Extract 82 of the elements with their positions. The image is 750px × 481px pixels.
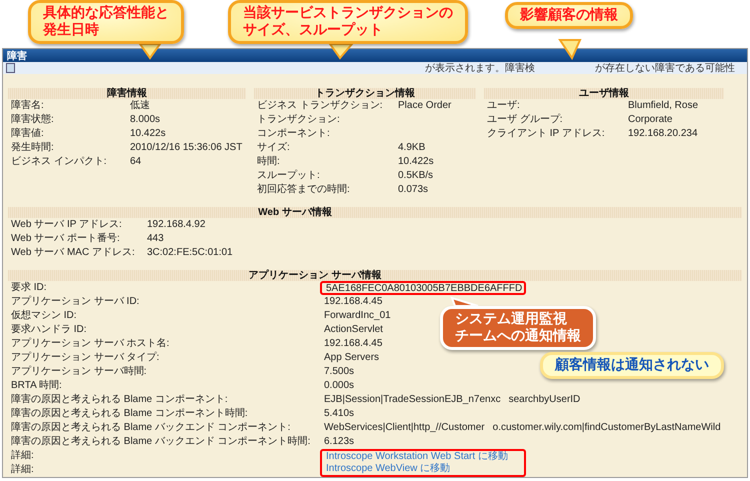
section-header: Web サーバ情報 bbox=[8, 207, 742, 218]
callout-text: 影響顧客の情報 bbox=[520, 7, 618, 24]
field-label: ユーザ: bbox=[486, 99, 521, 113]
field-label: アプリケーション サーバ時間: bbox=[10, 365, 148, 379]
field-value: 10.422s bbox=[397, 155, 434, 169]
field-label: クライアント IP アドレス: bbox=[486, 127, 606, 141]
field-label: ビジネス インパクト: bbox=[10, 155, 108, 169]
field-value: 443 bbox=[146, 232, 164, 246]
detail-link[interactable]: Introscope Workstation Web Start に移動 bbox=[320, 449, 526, 463]
field-value: 5.410s bbox=[323, 407, 354, 421]
field-value: Corporate bbox=[627, 113, 672, 127]
field-value: 10.422s bbox=[129, 127, 166, 141]
field-label: 詳細: bbox=[10, 449, 35, 463]
field-value: EJB|Session|TradeSessionEJB_n7enxc bbox=[324, 394, 501, 405]
field-value: 6.123s bbox=[323, 435, 354, 449]
field-value: 0.5KB/s bbox=[397, 169, 434, 183]
detail-link[interactable]: Introscope WebView に移動 bbox=[320, 463, 526, 477]
section-header: 障害情報 bbox=[8, 88, 246, 99]
field-label: ユーザ グループ: bbox=[486, 113, 564, 127]
field-value: 0.073s bbox=[397, 183, 428, 197]
field-label: 障害名: bbox=[10, 99, 45, 113]
field-value: 5AE168FEC0A80103005B7EBBDE6AFFFD bbox=[320, 281, 526, 295]
field-value: 192.168.4.45 bbox=[323, 337, 382, 351]
section-header: トランザクション情報 bbox=[254, 88, 476, 99]
field-label: 障害の原因と考えられる Blame コンポーネント時間: bbox=[10, 407, 249, 421]
field-label: 障害状態: bbox=[10, 113, 55, 127]
callout-pointer bbox=[558, 39, 582, 60]
field-value: 3C:02:FE:5C:01:01 bbox=[146, 246, 233, 260]
callout-text: 顧客情報は通知されない bbox=[555, 357, 709, 374]
field-value: 7.500s bbox=[323, 365, 354, 379]
field-value: 64 bbox=[129, 155, 142, 169]
window-title: 障害 bbox=[7, 49, 27, 62]
document-icon bbox=[6, 63, 15, 73]
field-label: 発生時間: bbox=[10, 141, 55, 155]
field-value: 0.000s bbox=[323, 379, 354, 393]
field-label: 障害の原因と考えられる Blame バックエンド コンポーネント: bbox=[10, 421, 292, 435]
field-label: ビジネス トランザクション: bbox=[256, 99, 384, 113]
field-label: アプリケーション サーバ ID: bbox=[10, 295, 140, 309]
section-header: アプリケーション サーバ情報 bbox=[8, 270, 742, 281]
callout-text: 具体的な応答性能と bbox=[43, 5, 169, 22]
field-label: スループット: bbox=[256, 169, 321, 183]
field-label: 障害の原因と考えられる Blame バックエンド コンポーネント時間: bbox=[10, 435, 312, 449]
field-value: 低速 bbox=[129, 99, 150, 113]
field-label: Web サーバ IP アドレス: bbox=[10, 218, 123, 232]
field-label: 時間: bbox=[256, 155, 281, 169]
field-label: アプリケーション サーバ ホスト名: bbox=[10, 337, 170, 351]
field-label: 初回応答までの時間: bbox=[256, 183, 351, 197]
field-label: 詳細: bbox=[10, 463, 35, 477]
field-label: 要求ハンドラ ID: bbox=[10, 323, 88, 337]
callout-text: サイズ、スループット bbox=[243, 22, 384, 39]
field-value: 8.000s bbox=[129, 113, 160, 127]
callout-text: システム運用監視 bbox=[455, 311, 568, 328]
callout-text: 当該サービストランザクションの bbox=[243, 5, 453, 22]
field-label: コンポーネント: bbox=[256, 127, 331, 141]
field-value: 192.168.4.45 bbox=[323, 295, 382, 309]
field-label: 障害の原因と考えられる Blame コンポーネント: bbox=[10, 393, 229, 407]
field-label: 要求 ID: bbox=[10, 281, 48, 295]
field-value: Blumfield, Rose bbox=[627, 99, 698, 113]
field-value: 192.168.20.234 bbox=[627, 127, 698, 141]
field-value: ActionServlet bbox=[323, 323, 383, 337]
field-value: o.customer.wily.com|findCustomerByLastNameWild bbox=[492, 422, 721, 433]
field-label: Web サーバ MAC アドレス: bbox=[10, 246, 136, 260]
info-message: が存在しない障害である可能性 bbox=[595, 62, 735, 75]
field-value: 4.9KB bbox=[397, 141, 426, 155]
callout-text: 発生日時 bbox=[43, 22, 100, 39]
field-label: アプリケーション サーバ タイプ: bbox=[10, 351, 160, 365]
section-header: ユーザ情報 bbox=[484, 88, 724, 99]
field-label: 障害値: bbox=[10, 127, 45, 141]
field-label: BRTA 時間: bbox=[10, 379, 63, 393]
info-message: が表示されます。障害検 bbox=[425, 62, 535, 75]
field-value: 2010/12/16 15:36:06 JST bbox=[129, 141, 242, 155]
field-value: App Servers bbox=[323, 351, 380, 365]
field-value: Place Order bbox=[397, 99, 452, 113]
field-label: トランザクション: bbox=[256, 113, 341, 127]
field-value: ForwardInc_01 bbox=[323, 309, 391, 323]
field-label: 仮想マシン ID: bbox=[10, 309, 78, 323]
field-value: 192.168.4.92 bbox=[146, 218, 206, 232]
field-value: WebServices|Client|http_//Customer bbox=[324, 422, 485, 433]
callout-text: チームへの通知情報 bbox=[455, 328, 581, 345]
field-label: Web サーバ ポート番号: bbox=[10, 232, 121, 246]
field-label: サイズ: bbox=[256, 141, 291, 155]
field-value: searchbyUserID bbox=[508, 394, 580, 405]
